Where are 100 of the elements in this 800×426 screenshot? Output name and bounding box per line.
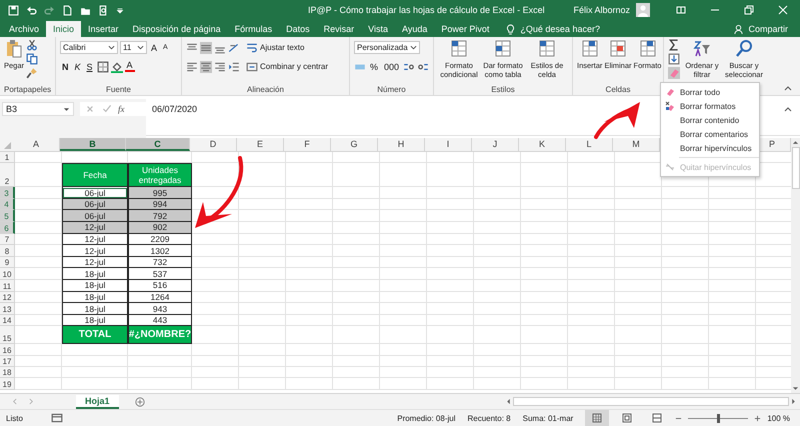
column-header[interactable]: K xyxy=(519,138,566,151)
column-header[interactable]: D xyxy=(190,138,237,151)
print-preview-icon[interactable] xyxy=(98,4,109,16)
tell-me-field[interactable]: ¿Qué desea hacer? xyxy=(520,21,600,37)
brush-icon[interactable] xyxy=(26,67,38,79)
collapse-ribbon-icon[interactable] xyxy=(784,86,792,91)
ribbon-tab[interactable]: Insertar xyxy=(81,21,126,37)
align-left-icon[interactable] xyxy=(186,60,198,72)
zoom-in-icon[interactable] xyxy=(754,414,762,422)
row-header[interactable]: 11 xyxy=(0,280,15,292)
row-header[interactable]: 12 xyxy=(0,292,15,304)
bold-button[interactable]: N xyxy=(60,62,70,72)
column-header[interactable]: G xyxy=(331,138,378,151)
scroll-up-icon[interactable] xyxy=(792,140,799,145)
zoom-slider-thumb[interactable] xyxy=(717,414,720,422)
column-header[interactable]: I xyxy=(425,138,472,151)
borders-icon[interactable] xyxy=(96,60,109,72)
check-icon[interactable] xyxy=(101,103,113,115)
merge-center-button[interactable]: Combinar y centrar xyxy=(246,60,328,72)
scroll-down-icon[interactable] xyxy=(792,386,799,391)
font-name-field[interactable]: Calibri xyxy=(60,41,118,54)
ribbon-tab[interactable]: Fórmulas xyxy=(228,21,280,37)
ribbon-display-icon[interactable] xyxy=(676,5,686,15)
font-color-button[interactable]: A xyxy=(124,61,135,72)
underline-button[interactable]: S xyxy=(84,62,95,72)
scissors-icon[interactable] xyxy=(26,39,38,51)
wrap-text-button[interactable]: Ajustar texto xyxy=(246,42,304,54)
row-header[interactable]: 16 xyxy=(0,344,15,356)
row-header[interactable]: 15 xyxy=(0,326,15,344)
font-size-field[interactable]: 11 xyxy=(120,41,147,54)
fill-color-icon[interactable] xyxy=(110,60,123,72)
restore-icon[interactable] xyxy=(744,5,754,15)
table-cell: 792 xyxy=(128,210,192,222)
ribbon-tab[interactable]: Vista xyxy=(361,21,396,37)
grow-font-button[interactable]: A xyxy=(149,42,160,52)
column-header[interactable]: J xyxy=(472,138,519,151)
row-header[interactable]: 7 xyxy=(0,234,15,246)
menu-item[interactable]: Borrar formatos xyxy=(661,99,759,113)
fill-down-icon[interactable] xyxy=(668,53,680,65)
formula-field[interactable]: 06/07/2020 xyxy=(146,99,198,114)
ribbon-tab[interactable]: Revisar xyxy=(316,21,362,37)
column-header[interactable]: L xyxy=(566,138,613,151)
row-header[interactable]: 10 xyxy=(0,268,15,280)
ribbon-tab[interactable]: Ayuda xyxy=(395,21,434,37)
row-header[interactable]: 9 xyxy=(0,256,15,268)
name-box[interactable]: B3 xyxy=(2,102,74,116)
row-header[interactable]: 8 xyxy=(0,245,15,257)
scrollbar-thumb[interactable] xyxy=(792,147,800,189)
align-middle-icon[interactable] xyxy=(200,42,212,54)
scroll-left-icon[interactable] xyxy=(506,398,511,405)
row-header[interactable]: 13 xyxy=(0,303,15,315)
menu-item[interactable]: Borrar contenido xyxy=(661,113,759,127)
normal-view-icon[interactable] xyxy=(585,410,610,426)
sheet-tab[interactable]: Hoja1 xyxy=(76,394,119,408)
scroll-right-icon[interactable] xyxy=(791,398,796,405)
ribbon-tab[interactable]: Inicio xyxy=(46,21,82,37)
thousands-button[interactable]: 000 xyxy=(382,62,402,72)
ribbon-tab[interactable]: Archivo xyxy=(2,21,46,37)
new-file-icon[interactable] xyxy=(62,4,73,16)
align-center-icon[interactable] xyxy=(200,60,212,72)
column-header[interactable]: H xyxy=(378,138,425,151)
indent-icon[interactable] xyxy=(228,60,240,72)
ribbon-tab[interactable]: Disposición de página xyxy=(126,21,228,37)
italic-button[interactable]: K xyxy=(72,62,83,72)
add-sheet-icon[interactable] xyxy=(134,396,145,406)
row-header[interactable]: 14 xyxy=(0,314,15,326)
close-icon[interactable] xyxy=(778,5,788,15)
row-header[interactable]: 2 xyxy=(0,163,15,188)
ribbon-tab[interactable]: Power Pivot xyxy=(434,21,496,37)
undo-icon[interactable] xyxy=(26,4,37,16)
row-header[interactable]: 17 xyxy=(0,356,15,368)
column-header[interactable]: F xyxy=(284,138,331,151)
align-right-icon[interactable] xyxy=(214,60,226,72)
row-header[interactable]: 5 xyxy=(0,210,15,222)
row-header[interactable]: 4 xyxy=(0,198,15,210)
user-name[interactable]: Félix Albornoz xyxy=(573,5,630,15)
chevron-icon xyxy=(108,45,115,50)
menu-item[interactable]: Borrar comentarios xyxy=(661,127,759,141)
scrollbar-thumb[interactable] xyxy=(513,397,789,406)
zoom-level[interactable]: 100 % xyxy=(767,414,790,422)
sigma-icon[interactable] xyxy=(668,39,680,51)
ribbon-tab[interactable]: Datos xyxy=(279,21,317,37)
column-header[interactable]: E xyxy=(237,138,284,151)
column-header[interactable]: C xyxy=(126,138,190,151)
row-header[interactable]: 18 xyxy=(0,367,15,378)
number-format-field[interactable]: Personalizada xyxy=(354,41,420,54)
insert-function-button[interactable]: fx xyxy=(118,104,124,114)
menu-item[interactable]: Borrar todo xyxy=(661,85,759,99)
macro-icon[interactable] xyxy=(50,412,63,424)
collapse-icon[interactable] xyxy=(784,107,792,112)
share-button[interactable]: Compartir xyxy=(748,21,788,37)
percent-button[interactable]: % xyxy=(368,62,380,72)
save-icon[interactable] xyxy=(8,4,19,16)
column-header[interactable]: B xyxy=(60,138,126,151)
row-header[interactable]: 1 xyxy=(0,152,15,164)
row-header[interactable]: 19 xyxy=(0,378,15,390)
row-header[interactable]: 6 xyxy=(0,222,15,234)
orientation-icon[interactable] xyxy=(228,42,240,54)
row-header[interactable]: 3 xyxy=(0,187,15,199)
copy-icon[interactable] xyxy=(26,53,38,65)
